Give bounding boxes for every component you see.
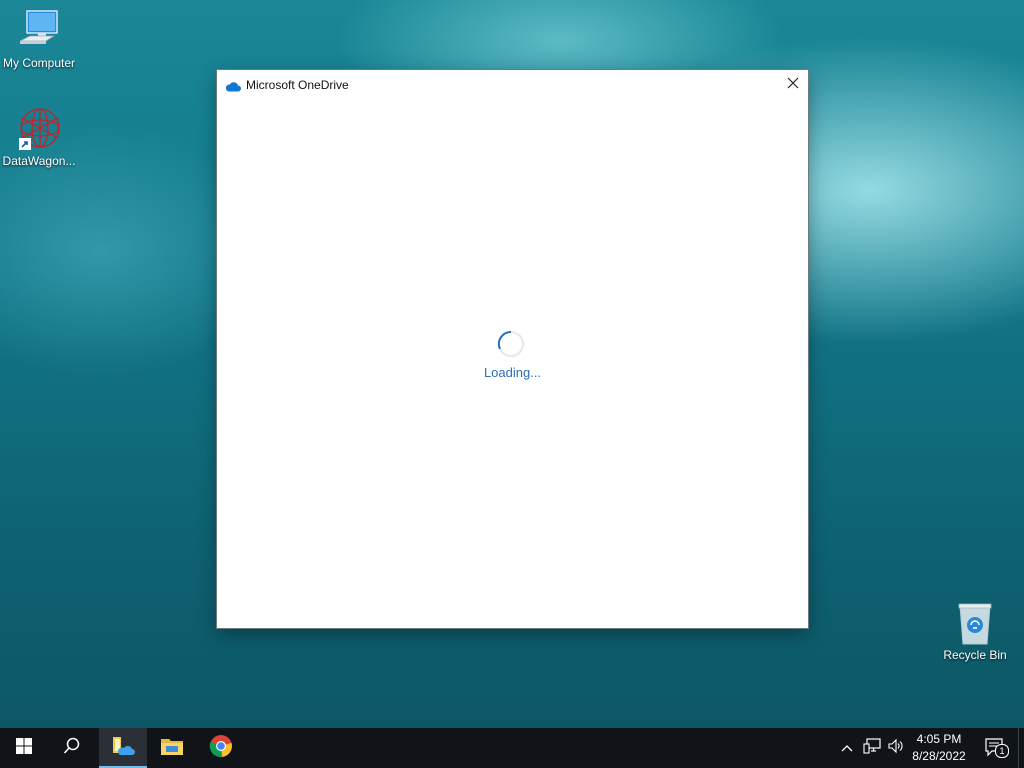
desktop-icon-label: Recycle Bin (943, 648, 1007, 662)
loading-text: Loading... (483, 365, 542, 380)
taskbar: 4:05 PM 8/28/2022 1 (0, 728, 1024, 768)
volume-icon (887, 738, 905, 759)
taskbar-chrome-button[interactable] (197, 728, 245, 768)
onedrive-cloud-icon (225, 79, 241, 97)
desktop-icon-label: My Computer (2, 56, 76, 70)
recycle-bin-icon (952, 600, 998, 646)
show-hidden-icons-button[interactable] (836, 728, 858, 768)
action-center-button[interactable]: 1 (978, 728, 1014, 768)
taskbar-onedrive-button[interactable] (99, 728, 147, 768)
chrome-icon (209, 734, 233, 763)
volume-button[interactable] (884, 728, 908, 768)
close-icon (787, 76, 799, 94)
file-explorer-icon (160, 736, 184, 761)
desktop-icon-recycle-bin[interactable]: Recycle Bin (936, 600, 1014, 662)
window-titlebar[interactable]: Microsoft OneDrive (217, 70, 808, 100)
taskbar-clock[interactable]: 4:05 PM 8/28/2022 (906, 731, 972, 765)
network-icon (863, 737, 881, 759)
desktop-icon-my-computer[interactable]: My Computer (0, 8, 78, 70)
search-icon (63, 737, 81, 760)
desktop-icon-label: DataWagon... (2, 154, 76, 168)
close-button[interactable] (778, 70, 808, 100)
datawagon-shortcut-icon (16, 106, 62, 152)
taskbar-file-explorer-button[interactable] (148, 728, 196, 768)
window-title: Microsoft OneDrive (246, 78, 349, 92)
search-button[interactable] (48, 728, 96, 768)
notification-count-badge: 1 (995, 744, 1009, 758)
clock-time: 4:05 PM (916, 732, 962, 746)
network-button[interactable] (860, 728, 884, 768)
notification-icon: 1 (985, 738, 1009, 758)
computer-icon (16, 8, 62, 54)
show-desktop-button[interactable] (1018, 728, 1024, 768)
start-button[interactable] (0, 728, 48, 768)
desktop-icon-datawagon[interactable]: DataWagon... (0, 106, 78, 168)
onedrive-window: Microsoft OneDrive Loading... (217, 70, 808, 628)
chevron-up-icon (841, 739, 853, 757)
loading-spinner (497, 330, 525, 358)
windows-start-icon (16, 737, 32, 759)
onedrive-app-icon (111, 735, 135, 762)
clock-date: 8/28/2022 (912, 749, 966, 763)
